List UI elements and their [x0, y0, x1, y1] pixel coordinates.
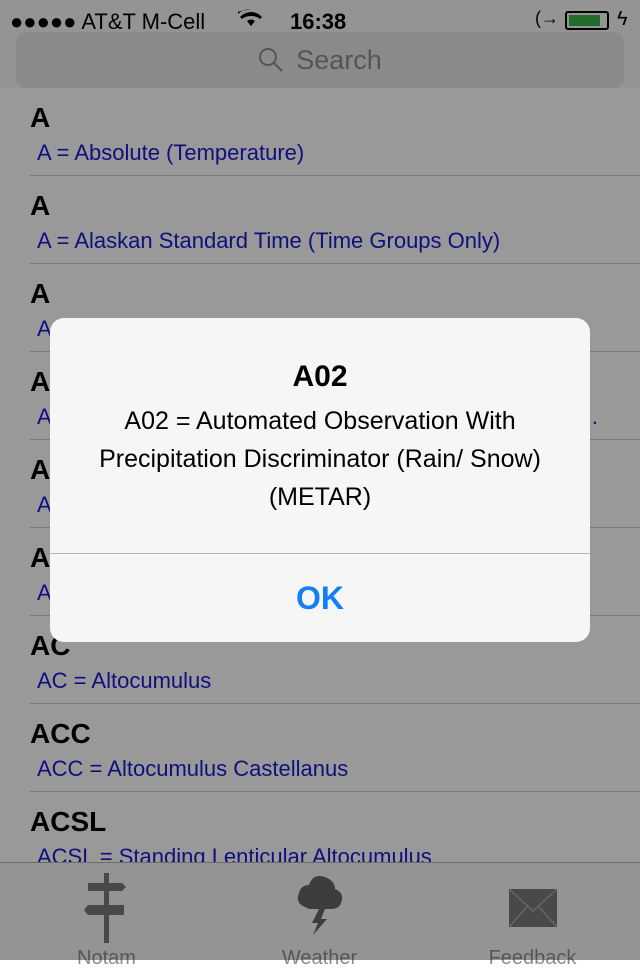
alert-title: A02 — [292, 360, 348, 393]
ok-button[interactable]: OK — [50, 554, 590, 642]
alert-message: A02 = Automated Observation With Precipi… — [99, 407, 541, 511]
alert-dialog: A02 A02 = Automated Observation With Pre… — [50, 318, 590, 642]
